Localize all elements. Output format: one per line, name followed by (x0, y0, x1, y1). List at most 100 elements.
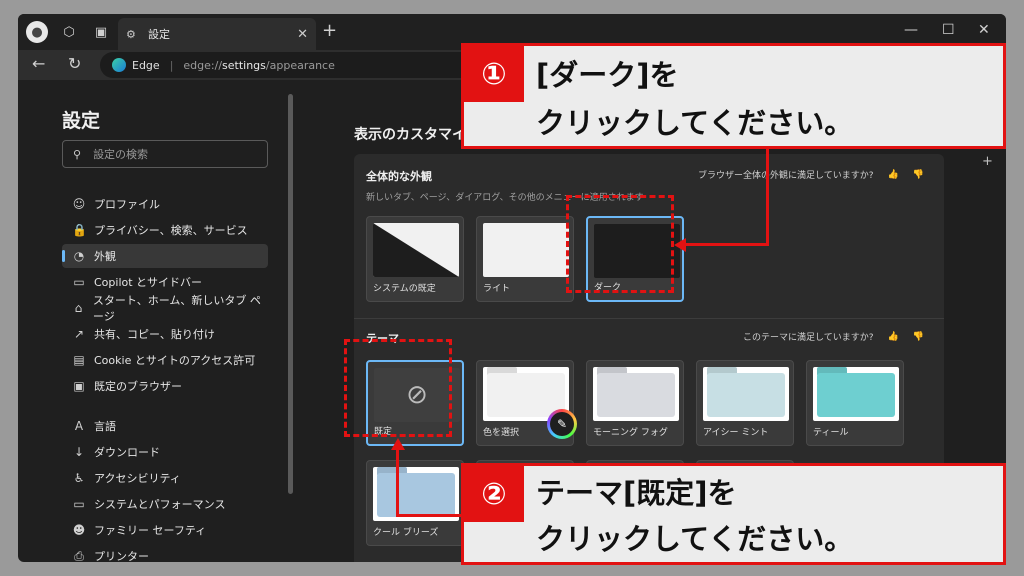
theme-label: アイシー ミント (703, 428, 769, 438)
thumbs-up-icon[interactable]: 👍 (888, 170, 899, 180)
sidebar-item[interactable]: ↓ ダウンロード (62, 440, 268, 464)
sidebar-item-label: ファミリー セーフティ (94, 524, 207, 537)
step1-number: ① (464, 46, 524, 102)
theme-preview (703, 367, 789, 421)
palette-icon: ◔ (73, 249, 85, 263)
step2-highlight (344, 339, 452, 437)
minimize-button[interactable]: — (904, 22, 918, 38)
theme-label: クール ブリーズ (373, 528, 439, 538)
sidebar-item-label: Copilot とサイドバー (94, 276, 203, 289)
sidebar-item[interactable]: ♿ アクセシビリティ (62, 466, 268, 490)
refresh-icon[interactable]: ↻ (68, 54, 81, 73)
profile-avatar-icon[interactable]: ● (26, 21, 48, 43)
cookie-icon: ▤ (73, 353, 85, 367)
sidebar-item-label: スタート、ホーム、新しいタブ ページ (92, 294, 261, 323)
settings-title: 設定 (62, 110, 101, 132)
system-default-label: システムの既定 (373, 284, 436, 294)
settings-search-input[interactable]: ⚲ 設定の検索 (62, 140, 268, 168)
sidebar-item-label: 言語 (94, 420, 116, 433)
theme-option[interactable]: アイシー ミント (696, 360, 794, 446)
sidebar-item[interactable]: ▤ Cookie とサイトのアクセス許可 (62, 348, 268, 372)
light-label: ライト (483, 284, 511, 294)
search-icon: ⚲ (73, 147, 82, 161)
window-close-button[interactable]: ✕ (978, 22, 990, 38)
system-default-preview (373, 223, 459, 277)
sidebar-item-label: 既定のブラウザー (94, 380, 182, 393)
step1-connector-horizontal (684, 243, 769, 246)
thumbs-down-icon[interactable]: 👎 (913, 170, 924, 180)
step1-connector-vertical (766, 148, 769, 246)
laptop-icon: ▭ (73, 497, 85, 511)
step2-arrow-icon (391, 438, 405, 450)
sidebar-item[interactable]: ↗ 共有、コピー、貼り付け (62, 322, 268, 346)
folder-shape (377, 473, 455, 517)
step2-connector-vertical (396, 450, 399, 515)
family-icon: ☻ (72, 523, 86, 537)
maximize-button[interactable]: ☐ (942, 22, 955, 38)
download-icon: ↓ (73, 445, 85, 459)
accessibility-icon: ♿ (73, 471, 85, 485)
appearance-system-default[interactable]: システムの既定 (366, 216, 464, 302)
theme-option[interactable]: モーニング フォグ (586, 360, 684, 446)
sidebar-item-label: Cookie とサイトのアクセス許可 (94, 354, 256, 367)
sidebar-item-label: 共有、コピー、貼り付け (94, 328, 215, 341)
edge-logo-icon (112, 58, 126, 72)
sidebar-item[interactable]: ▭ Copilot とサイドバー (62, 270, 268, 294)
theme-option[interactable]: ティール (806, 360, 904, 446)
sidebar-icon: ▭ (73, 275, 85, 289)
lock-icon: 🔒 (72, 223, 87, 237)
sidebar-item-label: 外観 (94, 250, 116, 263)
new-tab-button[interactable]: + (322, 20, 337, 41)
sidebar-item[interactable]: 🔒 プライバシー、検索、サービス (62, 218, 268, 242)
theme-feedback: このテーマに満足していますか? 👍 👎 (743, 330, 924, 344)
step1-line1: [ダーク]を (536, 58, 679, 92)
light-preview (483, 223, 569, 277)
search-placeholder: 設定の検索 (93, 148, 149, 161)
theme-label: ティール (813, 428, 849, 438)
section-divider (354, 318, 944, 319)
add-icon[interactable]: + (982, 154, 993, 169)
overall-feedback-text: ブラウザー全体の外観に満足していますか? (698, 171, 874, 181)
step2-line1: テーマ[既定]を (536, 476, 737, 510)
browser-icon: ▣ (73, 379, 85, 393)
step1-line2: クリックしてください。 (536, 106, 854, 140)
overall-feedback: ブラウザー全体の外観に満足していますか? 👍 👎 (698, 168, 924, 182)
thumbs-up-icon[interactable]: 👍 (888, 332, 899, 342)
appearance-light[interactable]: ライト (476, 216, 574, 302)
theme-option[interactable]: クール ブリーズ (366, 460, 464, 546)
sidebar-item[interactable]: ▣ 既定のブラウザー (62, 374, 268, 398)
home-icon: ⌂ (74, 301, 83, 315)
url-brand: Edge (132, 58, 160, 72)
sidebar-item-label: ダウンロード (94, 446, 160, 459)
thumbs-down-icon[interactable]: 👎 (913, 332, 924, 342)
close-tab-icon[interactable]: ✕ (297, 27, 308, 42)
sidebar-item[interactable]: ☻ ファミリー セーフティ (62, 518, 268, 542)
theme-option[interactable]: 色を選択 ✎ (476, 360, 574, 446)
folder-shape (817, 373, 895, 417)
step2-connector-horizontal (396, 514, 464, 517)
sidebar-item[interactable]: A 言語 (62, 414, 268, 438)
step2-line2: クリックしてください。 (536, 522, 854, 556)
person-icon: ☺ (72, 197, 86, 211)
sidebar-item-label: アクセシビリティ (94, 472, 181, 485)
overall-heading: 全体的な外観 (366, 170, 432, 183)
sidebar-item[interactable]: ⌂ スタート、ホーム、新しいタブ ページ (62, 294, 268, 323)
language-icon: A (74, 419, 84, 433)
theme-preview (593, 367, 679, 421)
sidebar-item[interactable]: ◔ 外観 (62, 244, 268, 268)
theme-label: モーニング フォグ (593, 428, 668, 438)
back-arrow-icon[interactable]: ← (32, 54, 45, 73)
sidebar-item[interactable]: ▭ システムとパフォーマンス (62, 492, 268, 516)
sidebar-scrollbar[interactable] (288, 94, 293, 494)
theme-preview (813, 367, 899, 421)
workspaces-icon[interactable]: ⬡ (58, 21, 80, 43)
tab-actions-icon[interactable]: ▣ (90, 21, 112, 43)
tab-settings[interactable]: ⚙ 設定 ✕ (118, 18, 316, 50)
step2-callout: ② テーマ[既定]を クリックしてください。 (461, 463, 1006, 565)
share-icon: ↗ (73, 327, 85, 341)
settings-sidebar: 設定 ⚲ 設定の検索 ☺ プロファイル 🔒 プライバシー、検索、サービス ◔ 外観 ▭ Cop… (42, 80, 290, 562)
color-picker-icon[interactable]: ✎ (547, 409, 577, 439)
sidebar-item-label: プリンター (94, 550, 149, 562)
sidebar-item[interactable]: ⎙ プリンター (62, 544, 268, 563)
sidebar-item[interactable]: ☺ プロファイル (62, 192, 268, 216)
